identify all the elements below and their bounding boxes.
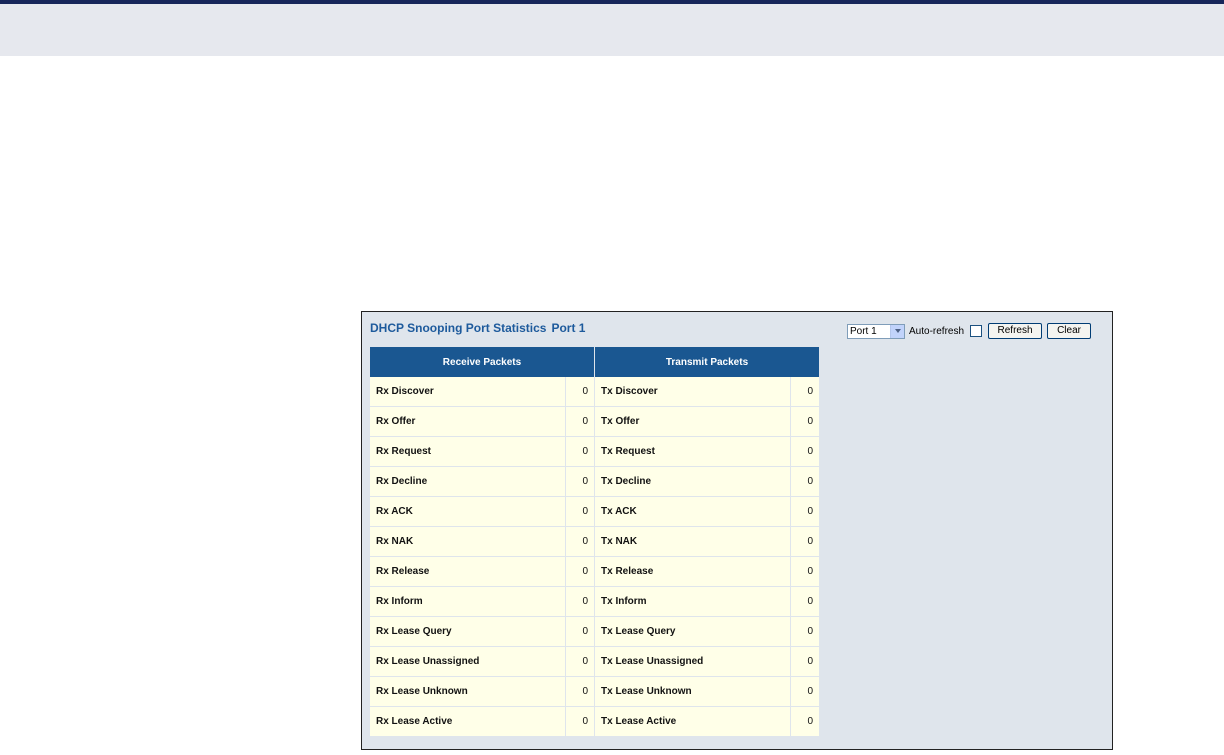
receive-packets-header: Receive Packets	[370, 347, 595, 377]
tx-name-cell: Tx Lease Unknown	[594, 676, 791, 707]
top-band	[0, 4, 1224, 56]
rx-value-cell: 0	[565, 646, 595, 677]
table-row: Rx NAK 0 Tx NAK 0	[370, 526, 819, 557]
rx-value-cell: 0	[565, 616, 595, 647]
table-row: Rx ACK 0 Tx ACK 0	[370, 496, 819, 527]
page-title-main: DHCP Snooping Port Statistics	[370, 321, 547, 335]
rx-name-cell: Rx Offer	[370, 406, 566, 437]
auto-refresh-label: Auto-refresh	[909, 325, 965, 337]
rx-name-cell: Rx Decline	[370, 466, 566, 497]
tx-value-cell: 0	[790, 406, 819, 437]
tx-name-cell: Tx Offer	[594, 406, 791, 437]
rx-name-cell: Rx ACK	[370, 496, 566, 527]
tx-name-cell: Tx Lease Unassigned	[594, 646, 791, 677]
table-row: Rx Lease Query 0 Tx Lease Query 0	[370, 616, 819, 647]
tx-value-cell: 0	[790, 556, 819, 587]
tx-value-cell: 0	[790, 676, 819, 707]
table-row: Rx Release 0 Tx Release 0	[370, 556, 819, 587]
rx-name-cell: Rx Release	[370, 556, 566, 587]
dhcp-stats-panel: DHCP Snooping Port Statistics Port 1 Port…	[361, 311, 1113, 750]
refresh-button[interactable]: Refresh	[988, 323, 1043, 339]
table-row: Rx Discover 0 Tx Discover 0	[370, 377, 819, 407]
table-row: Rx Lease Unassigned 0 Tx Lease Unassigned 0	[370, 646, 819, 677]
rx-name-cell: Rx Lease Active	[370, 706, 566, 736]
rx-name-cell: Rx Lease Unknown	[370, 676, 566, 707]
table-row: Rx Request 0 Tx Request 0	[370, 436, 819, 467]
table-row: Rx Lease Active 0 Tx Lease Active 0	[370, 706, 819, 736]
table-row: Rx Decline 0 Tx Decline 0	[370, 466, 819, 497]
transmit-packets-header: Transmit Packets	[594, 347, 819, 377]
clear-button[interactable]: Clear	[1047, 323, 1092, 339]
toolbar: Port 1 Auto-refresh Refresh Clear	[847, 322, 1092, 340]
rx-value-cell: 0	[565, 496, 595, 527]
tx-value-cell: 0	[790, 616, 819, 647]
rx-value-cell: 0	[565, 436, 595, 467]
table-row: Rx Lease Unknown 0 Tx Lease Unknown 0	[370, 676, 819, 707]
rx-value-cell: 0	[565, 706, 595, 736]
tx-value-cell: 0	[790, 436, 819, 467]
port-select[interactable]: Port 1	[847, 323, 905, 339]
port-select-value: Port 1	[850, 325, 877, 337]
tx-name-cell: Tx Lease Active	[594, 706, 791, 736]
chevron-down-icon[interactable]	[890, 324, 904, 338]
tx-name-cell: Tx ACK	[594, 496, 791, 527]
rx-name-cell: Rx NAK	[370, 526, 566, 557]
auto-refresh-checkbox[interactable]	[970, 325, 983, 337]
tx-name-cell: Tx Request	[594, 436, 791, 467]
table-header-row: Receive Packets Transmit Packets	[370, 347, 819, 377]
tx-name-cell: Tx NAK	[594, 526, 791, 557]
tx-value-cell: 0	[790, 706, 819, 736]
tx-name-cell: Tx Decline	[594, 466, 791, 497]
table-row: Rx Inform 0 Tx Inform 0	[370, 586, 819, 617]
rx-name-cell: Rx Discover	[370, 377, 566, 407]
stats-table: Receive Packets Transmit Packets Rx Disc…	[370, 347, 819, 736]
tx-value-cell: 0	[790, 466, 819, 497]
rx-name-cell: Rx Inform	[370, 586, 566, 617]
tx-name-cell: Tx Inform	[594, 586, 791, 617]
rx-value-cell: 0	[565, 406, 595, 437]
tx-value-cell: 0	[790, 496, 819, 527]
page-title: DHCP Snooping Port Statistics Port 1	[370, 321, 585, 335]
tx-value-cell: 0	[790, 377, 819, 407]
rx-name-cell: Rx Lease Query	[370, 616, 566, 647]
tx-name-cell: Tx Release	[594, 556, 791, 587]
tx-value-cell: 0	[790, 586, 819, 617]
rx-name-cell: Rx Lease Unassigned	[370, 646, 566, 677]
tx-name-cell: Tx Discover	[594, 377, 791, 407]
rx-name-cell: Rx Request	[370, 436, 566, 467]
rx-value-cell: 0	[565, 556, 595, 587]
rx-value-cell: 0	[565, 676, 595, 707]
tx-name-cell: Tx Lease Query	[594, 616, 791, 647]
tx-value-cell: 0	[790, 646, 819, 677]
tx-value-cell: 0	[790, 526, 819, 557]
page-title-port: Port 1	[551, 321, 586, 335]
rx-value-cell: 0	[565, 377, 595, 407]
rx-value-cell: 0	[565, 526, 595, 557]
table-row: Rx Offer 0 Tx Offer 0	[370, 406, 819, 437]
rx-value-cell: 0	[565, 586, 595, 617]
rx-value-cell: 0	[565, 466, 595, 497]
